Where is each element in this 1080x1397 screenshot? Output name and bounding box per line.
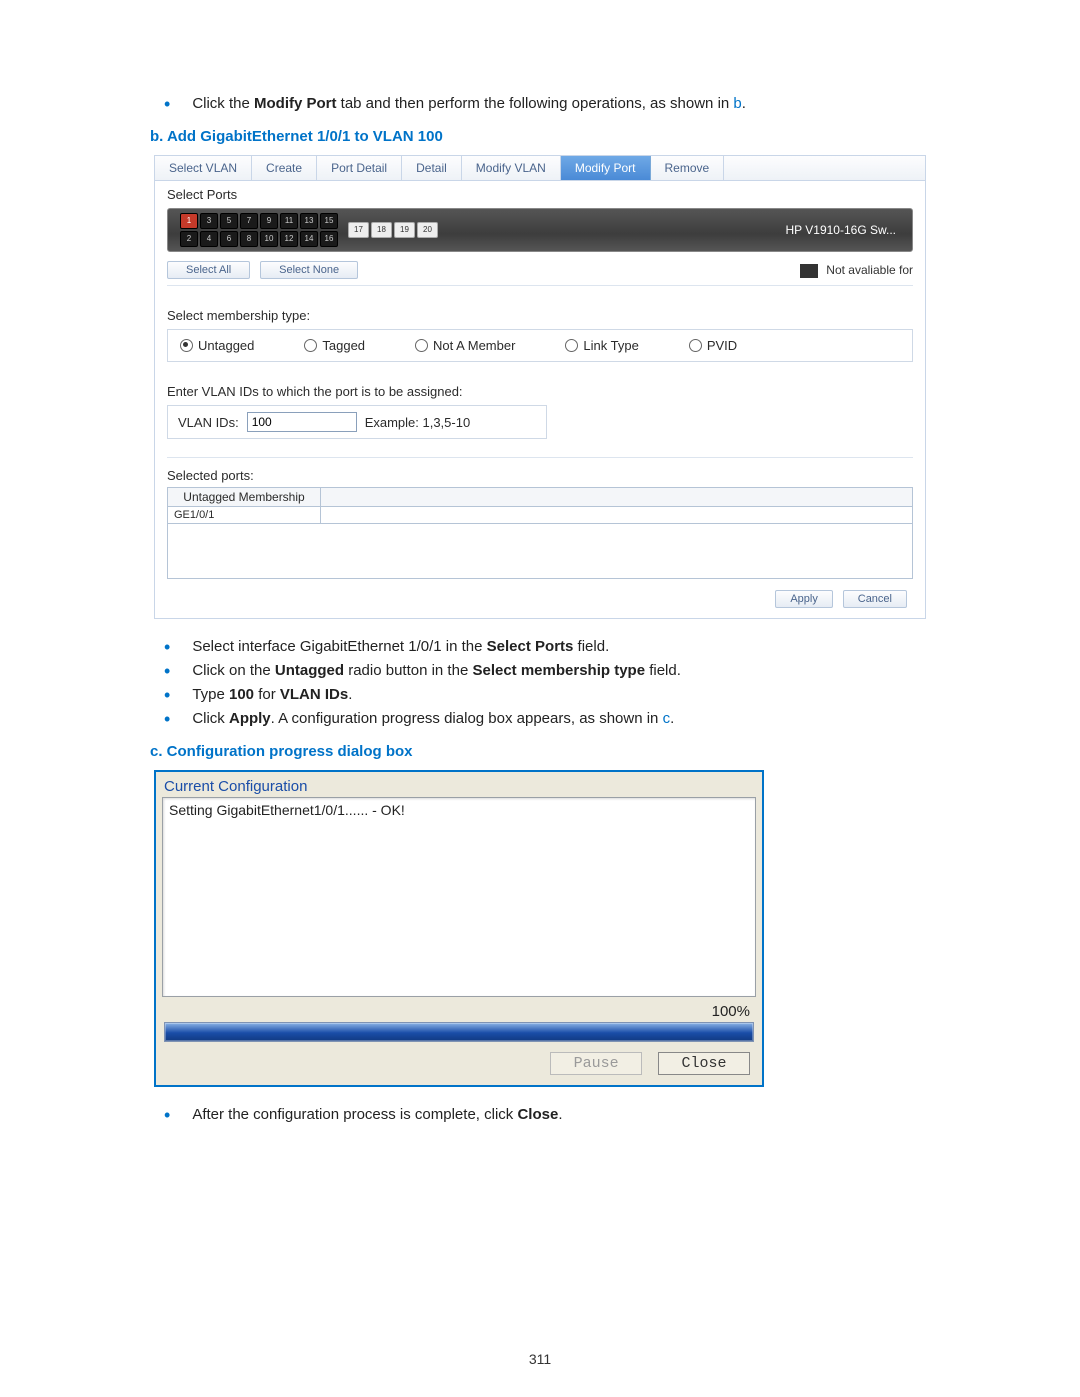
radio-dot-icon — [304, 339, 317, 352]
tab-detail[interactable]: Detail — [402, 156, 462, 180]
bullet-text: Click Apply. A configuration progress di… — [192, 709, 674, 729]
select-ports-label: Select Ports — [167, 187, 913, 202]
ports-grid: 13579111315246810121416 — [180, 213, 338, 247]
apply-button[interactable]: Apply — [775, 590, 833, 608]
radio-tagged[interactable]: Tagged — [304, 338, 365, 353]
port-5[interactable]: 5 — [220, 213, 238, 229]
membership-box: Untagged Tagged Not A Member Link Type P… — [167, 329, 913, 362]
bullet-dot-icon: • — [164, 661, 170, 681]
port-10[interactable]: 10 — [260, 231, 278, 247]
bullet-dot-icon: • — [164, 1105, 170, 1125]
progress-percent: 100% — [162, 1003, 750, 1020]
port-3[interactable]: 3 — [200, 213, 218, 229]
progress-bar — [164, 1022, 754, 1042]
pause-button: Pause — [550, 1052, 642, 1075]
bullet-after-b-2: • Type 100 for VLAN IDs. — [150, 685, 930, 705]
membership-label: Select membership type: — [167, 308, 913, 323]
switch-strip: 13579111315246810121416 17181920 HP V191… — [167, 208, 913, 252]
cancel-button[interactable]: Cancel — [843, 590, 907, 608]
bullet-intro-text: Click the Modify Port tab and then perfo… — [192, 94, 746, 114]
bullet-after-b-0: • Select interface GigabitEthernet 1/0/1 … — [150, 637, 930, 657]
not-available-legend: Not avaliable for — [800, 261, 913, 277]
ports-ext: 17181920 — [348, 222, 438, 238]
bullet-dot-icon: • — [164, 709, 170, 729]
vlan-id-row: VLAN IDs: Example: 1,3,5-10 — [167, 405, 547, 439]
vlan-ids-input[interactable] — [247, 412, 357, 432]
bullet-dot-icon: • — [164, 685, 170, 705]
radio-dot-icon — [565, 339, 578, 352]
dialog-log-line: Setting GigabitEthernet1/0/1...... - OK! — [169, 802, 749, 818]
bullet-text: Select interface GigabitEthernet 1/0/1 i… — [192, 637, 609, 657]
bullet-text: Click on the Untagged radio button in th… — [192, 661, 681, 681]
port-18[interactable]: 18 — [371, 222, 392, 238]
radio-dot-icon — [180, 339, 193, 352]
legend-swatch-icon — [800, 264, 818, 278]
bullet-intro: • Click the Modify Port tab and then per… — [150, 94, 930, 114]
port-13[interactable]: 13 — [300, 213, 318, 229]
enter-vlan-label: Enter VLAN IDs to which the port is to b… — [167, 384, 913, 399]
selected-port-cell: GE1/0/1 — [168, 507, 321, 524]
port-9[interactable]: 9 — [260, 213, 278, 229]
radio-link-type[interactable]: Link Type — [565, 338, 638, 353]
port-20[interactable]: 20 — [417, 222, 438, 238]
radio-dot-icon — [415, 339, 428, 352]
close-button[interactable]: Close — [658, 1052, 750, 1075]
bullets-after-b: • Select interface GigabitEthernet 1/0/1 … — [150, 637, 930, 729]
port-1[interactable]: 1 — [180, 213, 198, 229]
port-14[interactable]: 14 — [300, 231, 318, 247]
tab-remove[interactable]: Remove — [651, 156, 725, 180]
switch-name: HP V1910-16G Sw... — [785, 223, 896, 237]
tab-modify-vlan[interactable]: Modify VLAN — [462, 156, 561, 180]
port-16[interactable]: 16 — [320, 231, 338, 247]
selected-ports-header: Untagged Membership — [168, 488, 321, 507]
select-none-button[interactable]: Select None — [260, 261, 358, 279]
radio-not-member[interactable]: Not A Member — [415, 338, 515, 353]
tab-port-detail[interactable]: Port Detail — [317, 156, 402, 180]
page-number: 311 — [0, 1351, 1080, 1367]
port-19[interactable]: 19 — [394, 222, 415, 238]
bullet-text: Type 100 for VLAN IDs. — [192, 685, 352, 705]
tab-create[interactable]: Create — [252, 156, 317, 180]
step-c-heading: c. Configuration progress dialog box — [150, 743, 930, 760]
port-12[interactable]: 12 — [280, 231, 298, 247]
bullet-after-c-text: After the configuration process is compl… — [192, 1105, 562, 1125]
radio-dot-icon — [689, 339, 702, 352]
port-11[interactable]: 11 — [280, 213, 298, 229]
port-17[interactable]: 17 — [348, 222, 369, 238]
selected-ports-label: Selected ports: — [167, 468, 913, 483]
port-2[interactable]: 2 — [180, 231, 198, 247]
vlan-example: Example: 1,3,5-10 — [365, 415, 471, 430]
port-4[interactable]: 4 — [200, 231, 218, 247]
screenshot-modify-port: Select VLAN Create Port Detail Detail Mo… — [154, 155, 926, 619]
port-8[interactable]: 8 — [240, 231, 258, 247]
screenshot-progress-dialog: Current Configuration Setting GigabitEth… — [154, 770, 764, 1087]
port-6[interactable]: 6 — [220, 231, 238, 247]
dialog-log: Setting GigabitEthernet1/0/1...... - OK! — [162, 797, 756, 997]
step-b-heading: b. Add GigabitEthernet 1/0/1 to VLAN 100 — [150, 128, 930, 145]
bullet-dot-icon: • — [164, 637, 170, 657]
vlan-ids-label: VLAN IDs: — [178, 415, 239, 430]
radio-pvid[interactable]: PVID — [689, 338, 737, 353]
bullet-after-b-1: • Click on the Untagged radio button in t… — [150, 661, 930, 681]
port-15[interactable]: 15 — [320, 213, 338, 229]
select-all-button[interactable]: Select All — [167, 261, 250, 279]
bullet-after-c: • After the configuration process is com… — [150, 1105, 930, 1125]
page: • Click the Modify Port tab and then per… — [0, 0, 1080, 1397]
tab-select-vlan[interactable]: Select VLAN — [155, 156, 252, 180]
bullet-dot-icon: • — [164, 94, 170, 114]
tabbar: Select VLAN Create Port Detail Detail Mo… — [155, 156, 925, 181]
dialog-title: Current Configuration — [164, 778, 756, 795]
radio-untagged[interactable]: Untagged — [180, 338, 254, 353]
selected-ports-table: Untagged Membership GE1/0/1 — [167, 487, 913, 579]
port-7[interactable]: 7 — [240, 213, 258, 229]
tab-modify-port[interactable]: Modify Port — [561, 156, 651, 180]
bullet-after-b-3: • Click Apply. A configuration progress d… — [150, 709, 930, 729]
